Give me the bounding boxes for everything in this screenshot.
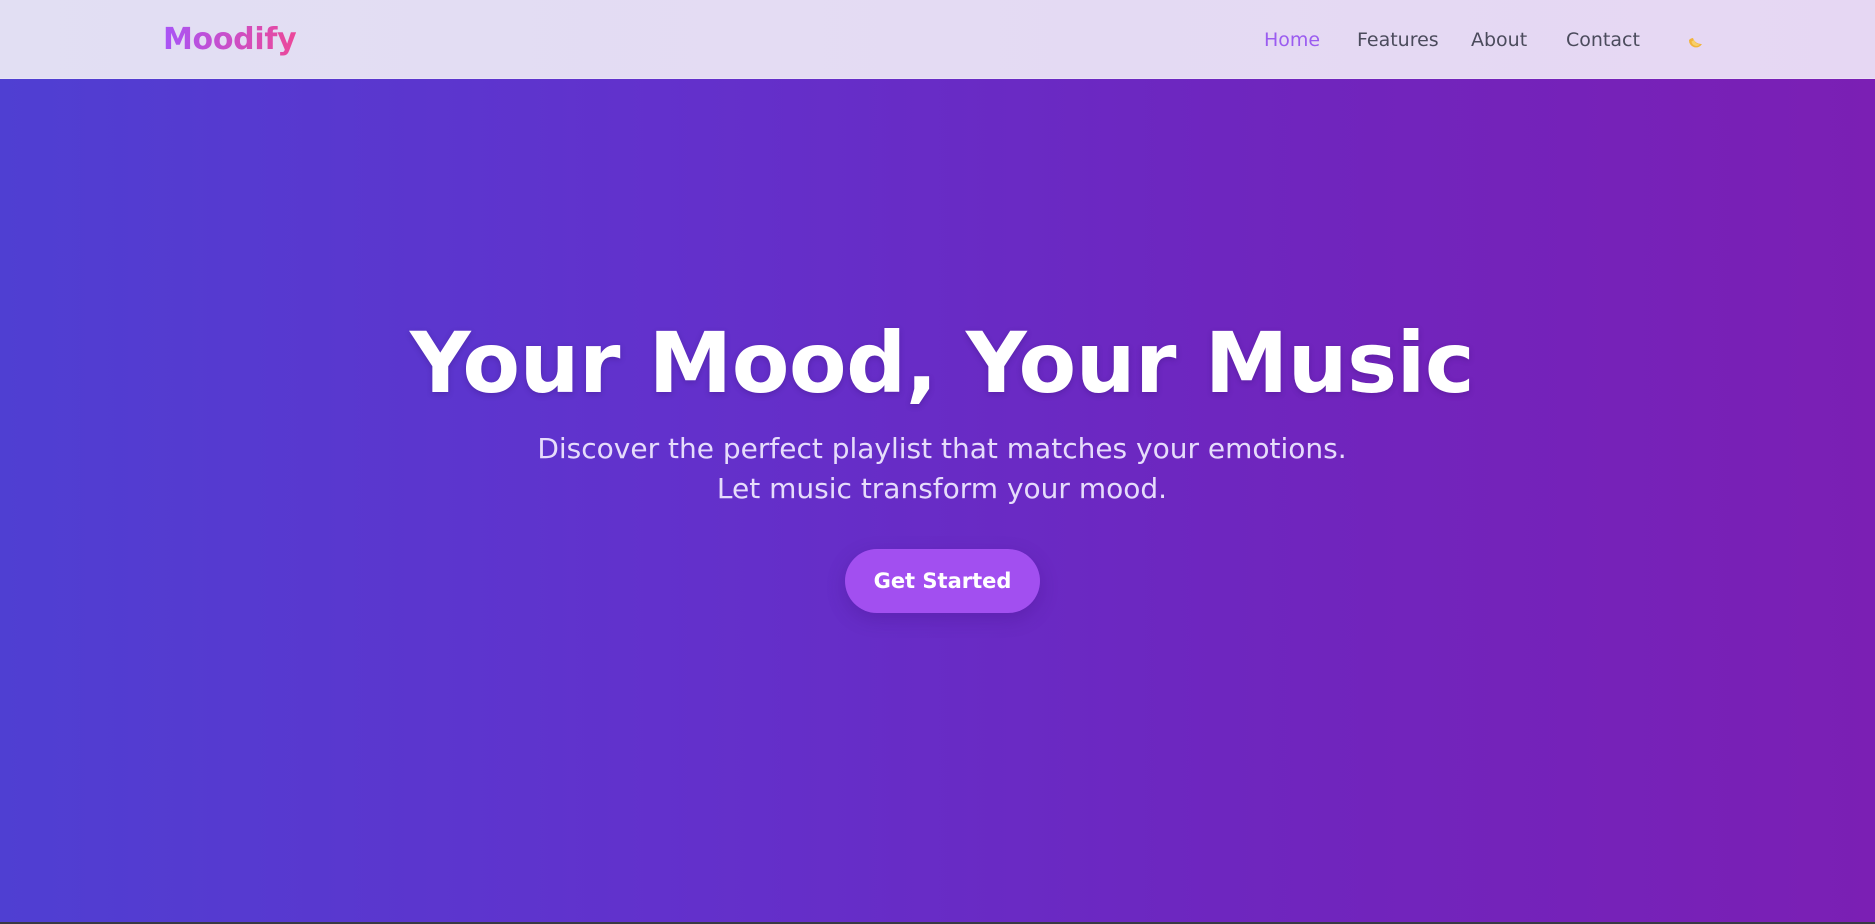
nav-link-about[interactable]: About <box>1471 27 1527 53</box>
nav-link-home[interactable]: Home <box>1264 27 1320 53</box>
landing-page: Moodify Home Features About Contact Your… <box>0 0 1875 922</box>
nav-link-contact[interactable]: Contact <box>1566 27 1640 53</box>
nav-link-features[interactable]: Features <box>1357 27 1439 53</box>
hero-section: Your Mood, Your Music Discover the perfe… <box>0 79 1875 922</box>
theme-toggle-button[interactable] <box>1683 28 1707 52</box>
navbar: Moodify Home Features About Contact <box>0 0 1875 79</box>
hero-subtitle: Discover the perfect playlist that match… <box>537 432 1347 505</box>
nav-links: Home Features About Contact <box>0 27 1875 53</box>
hero-title: Your Mood, Your Music <box>409 314 1475 412</box>
moon-icon <box>1688 38 1702 48</box>
get-started-button[interactable]: Get Started <box>845 549 1040 613</box>
